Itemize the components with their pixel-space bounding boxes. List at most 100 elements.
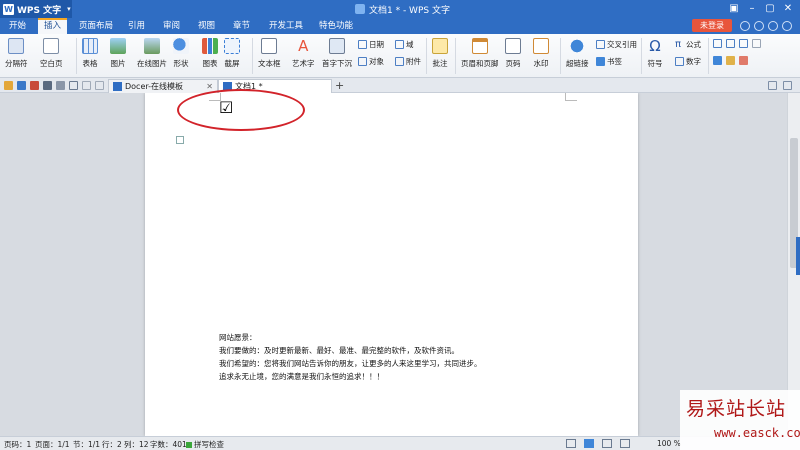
ribbon-separator	[76, 38, 77, 74]
shape-button[interactable]: 形状	[173, 38, 189, 69]
ribbon-separator	[455, 38, 456, 74]
quick-more-icon[interactable]	[752, 39, 761, 48]
ribbon-separator	[252, 38, 253, 74]
site-watermark: 易采站长站 www.easck.com	[680, 390, 800, 450]
app-menu-button[interactable]: W WPS 文字 ▾	[0, 0, 72, 18]
skin-icon[interactable]: ▣	[728, 3, 740, 15]
object-button[interactable]: 对象	[358, 56, 384, 67]
tab-insert[interactable]: 插入	[38, 18, 68, 34]
document-page[interactable]: ☑ 网站愿景： 我们要做的：及时更新最新、最好、最准、最完整的软件，及软件资讯。…	[145, 93, 638, 436]
attachment-button[interactable]: 附件	[395, 56, 421, 67]
web-view-icon[interactable]	[602, 439, 612, 448]
page-break-button[interactable]: 分隔符	[5, 38, 28, 69]
redo-icon[interactable]	[82, 81, 91, 90]
table-button[interactable]: 表格	[82, 38, 98, 69]
tab-page-layout[interactable]: 页面布局	[73, 18, 119, 34]
restore-icon[interactable]	[768, 81, 777, 90]
print-icon[interactable]	[43, 81, 52, 90]
calendar-icon	[358, 40, 367, 49]
picture-button[interactable]: 图片	[110, 38, 126, 69]
number-icon	[675, 57, 684, 66]
spell-check-icon	[186, 442, 192, 448]
tab-references[interactable]: 引用	[122, 18, 151, 34]
cross-ref-icon	[596, 40, 605, 49]
open-folder-icon[interactable]	[4, 81, 13, 90]
page-break-icon	[8, 38, 25, 54]
chart-button[interactable]: 图表	[202, 38, 218, 69]
blank-page-button[interactable]: 空白页	[40, 38, 63, 69]
clock-icon[interactable]	[754, 21, 764, 31]
wordart-button[interactable]: A 艺术字	[292, 38, 315, 69]
bookmark-button[interactable]: 书签	[596, 56, 622, 67]
blank-page-icon	[43, 38, 60, 54]
eraser-icon[interactable]	[739, 56, 748, 65]
tab-review[interactable]: 审阅	[157, 18, 186, 34]
settings-icon[interactable]	[740, 21, 750, 31]
minimize-icon[interactable]: –	[746, 3, 758, 15]
print-preview-icon[interactable]	[56, 81, 65, 90]
document-icon	[355, 4, 365, 14]
omega-icon: Ω	[649, 37, 661, 55]
fullscreen-icon[interactable]	[566, 439, 576, 448]
side-panel-tab[interactable]	[796, 237, 800, 275]
tab-view[interactable]: 视图	[192, 18, 221, 34]
chart-icon	[202, 38, 218, 54]
tab-home[interactable]: 开始	[3, 18, 32, 34]
help-icon[interactable]	[782, 21, 792, 31]
symbol-button[interactable]: Ω 符号	[647, 38, 663, 69]
menu-tab-bar: 开始 插入 页面布局 引用 审阅 视图 章节 开发工具 特色功能 未登录	[0, 18, 800, 34]
outline-view-icon[interactable]	[620, 439, 630, 448]
quick-layout-icon[interactable]	[726, 39, 735, 48]
watermark-icon	[533, 38, 549, 54]
chevron-down-icon: ▾	[67, 5, 71, 13]
document-workspace: ☑ 网站愿景： 我们要做的：及时更新最新、最好、最准、最完整的软件，及软件资讯。…	[0, 93, 787, 436]
dropcap-button[interactable]: 首字下沉	[322, 38, 352, 69]
number-button[interactable]: 数字	[675, 56, 701, 67]
page-number-icon	[505, 38, 521, 54]
doc-tab-docer[interactable]: Docer-在线模板 ✕	[108, 79, 218, 93]
tab-special[interactable]: 特色功能	[313, 18, 359, 34]
header-footer-button[interactable]: 页眉和页脚	[461, 38, 499, 69]
login-button[interactable]: 未登录	[692, 19, 732, 32]
zoom-level[interactable]: 100 %	[657, 439, 681, 448]
tab-chapter[interactable]: 章节	[227, 18, 256, 34]
page-number-button[interactable]: 页码	[505, 38, 521, 69]
export-pdf-icon[interactable]	[30, 81, 39, 90]
document-tab-bar: Docer-在线模板 ✕ 文档1 * +	[0, 78, 800, 93]
formula-button[interactable]: π 公式	[675, 39, 701, 50]
page-view-icon[interactable]	[584, 439, 594, 448]
close-tab-icon[interactable]: ✕	[206, 82, 213, 91]
close-icon[interactable]: ✕	[782, 3, 794, 15]
watermark-button[interactable]: 水印	[533, 38, 549, 69]
date-button[interactable]: 日期	[358, 39, 384, 50]
pencil-icon[interactable]	[726, 56, 735, 65]
hyperlink-button[interactable]: 超链接	[566, 38, 589, 69]
close-doc-icon[interactable]	[783, 81, 792, 90]
docer-icon	[113, 82, 122, 91]
app-name: WPS 文字	[17, 5, 62, 16]
customize-icon[interactable]	[95, 81, 104, 90]
tab-developer[interactable]: 开发工具	[263, 18, 309, 34]
online-picture-icon	[144, 38, 160, 54]
ribbon-separator	[426, 38, 427, 74]
document-body[interactable]: 网站愿景： 我们要做的：及时更新最新、最好、最准、最完整的软件，及软件资讯。 我…	[219, 331, 482, 383]
spell-check-toggle[interactable]: 拼写检查	[186, 439, 224, 450]
undo-icon[interactable]	[69, 81, 78, 90]
annotation-ellipse	[177, 89, 305, 131]
comment-button[interactable]: 批注	[432, 38, 448, 69]
cross-ref-button[interactable]: 交叉引用	[596, 39, 637, 50]
online-picture-button[interactable]: 在线图片	[137, 38, 167, 69]
save-icon[interactable]	[17, 81, 26, 90]
share-icon[interactable]	[768, 21, 778, 31]
quick-toggle-icon[interactable]	[713, 56, 722, 65]
screenshot-button[interactable]: 截屏	[224, 38, 240, 69]
quick-grid-icon[interactable]	[739, 39, 748, 48]
paragraph-mark-icon	[176, 136, 184, 144]
new-tab-icon[interactable]: +	[335, 79, 344, 92]
screenshot-icon	[224, 38, 240, 54]
quick-style-icon[interactable]	[713, 39, 722, 48]
maximize-icon[interactable]: ▢	[764, 3, 776, 15]
field-button[interactable]: 域	[395, 39, 414, 50]
comment-icon	[432, 38, 448, 54]
textbox-button[interactable]: 文本框	[258, 38, 281, 69]
